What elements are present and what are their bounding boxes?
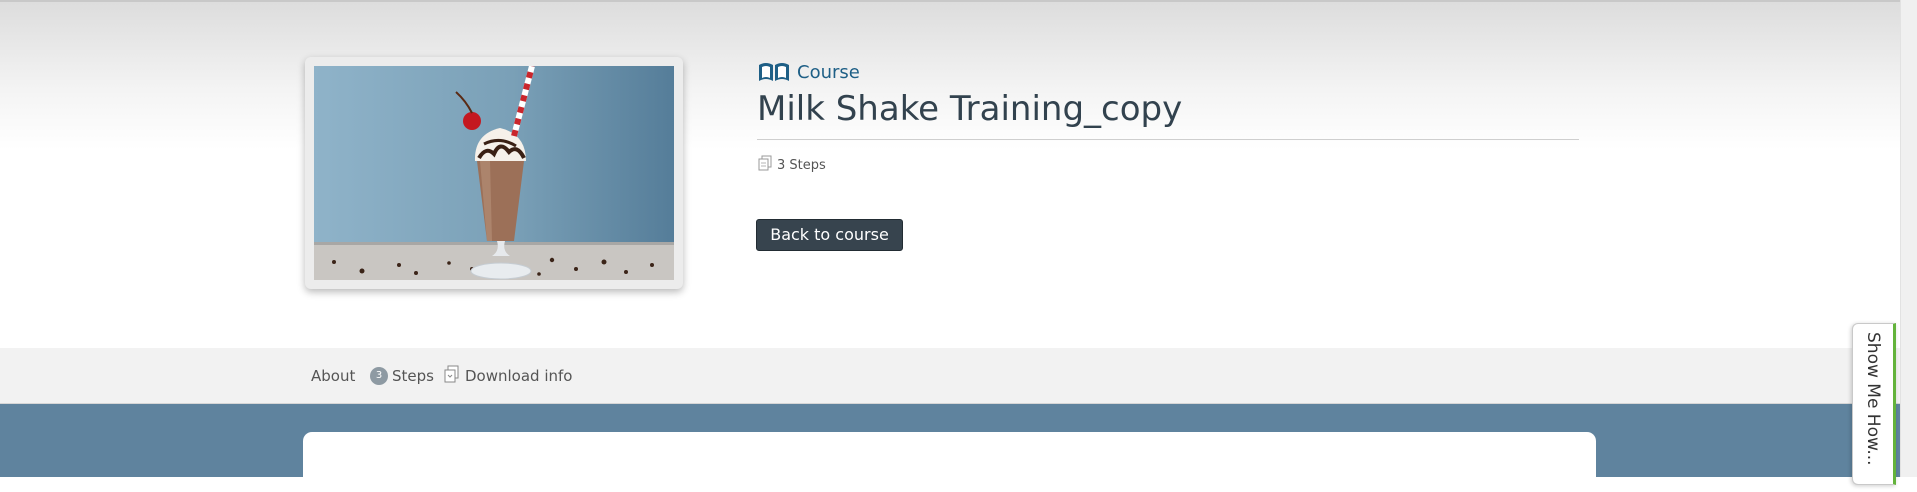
tab-steps[interactable]: 3 Steps [370, 348, 434, 403]
steps-pages-icon [757, 155, 773, 175]
tab-steps-label: Steps [392, 366, 434, 385]
tab-about[interactable]: About [311, 348, 355, 403]
steps-count-badge: 3 [370, 366, 388, 385]
back-to-course-button[interactable]: Back to course [756, 219, 903, 251]
content-card [303, 432, 1596, 492]
show-me-how-widget[interactable]: Show Me How... [1852, 323, 1896, 485]
page-title: Milk Shake Training_copy [757, 85, 1579, 140]
tab-about-label: About [311, 366, 356, 385]
course-kind: Course [757, 59, 860, 85]
steps-count-label: 3 Steps [777, 157, 826, 173]
tab-download-info-label: Download info [465, 366, 573, 385]
course-thumbnail-frame [305, 57, 683, 289]
steps-count: 3 Steps [757, 155, 826, 175]
top-border [0, 0, 1917, 2]
tab-download-info[interactable]: Download info [443, 348, 572, 403]
milkshake-image [314, 66, 674, 280]
course-tabs: About 3 Steps Download info [0, 348, 1917, 404]
course-book-icon [757, 61, 791, 83]
course-header: Course Milk Shake Training_copy 3 Steps … [0, 0, 1917, 349]
page-scrollbar[interactable] [1900, 0, 1917, 477]
show-me-how-label: Show Me How... [1863, 332, 1883, 466]
course-thumbnail [314, 66, 674, 280]
course-kind-label: Course [797, 61, 860, 83]
download-document-icon [443, 365, 461, 387]
